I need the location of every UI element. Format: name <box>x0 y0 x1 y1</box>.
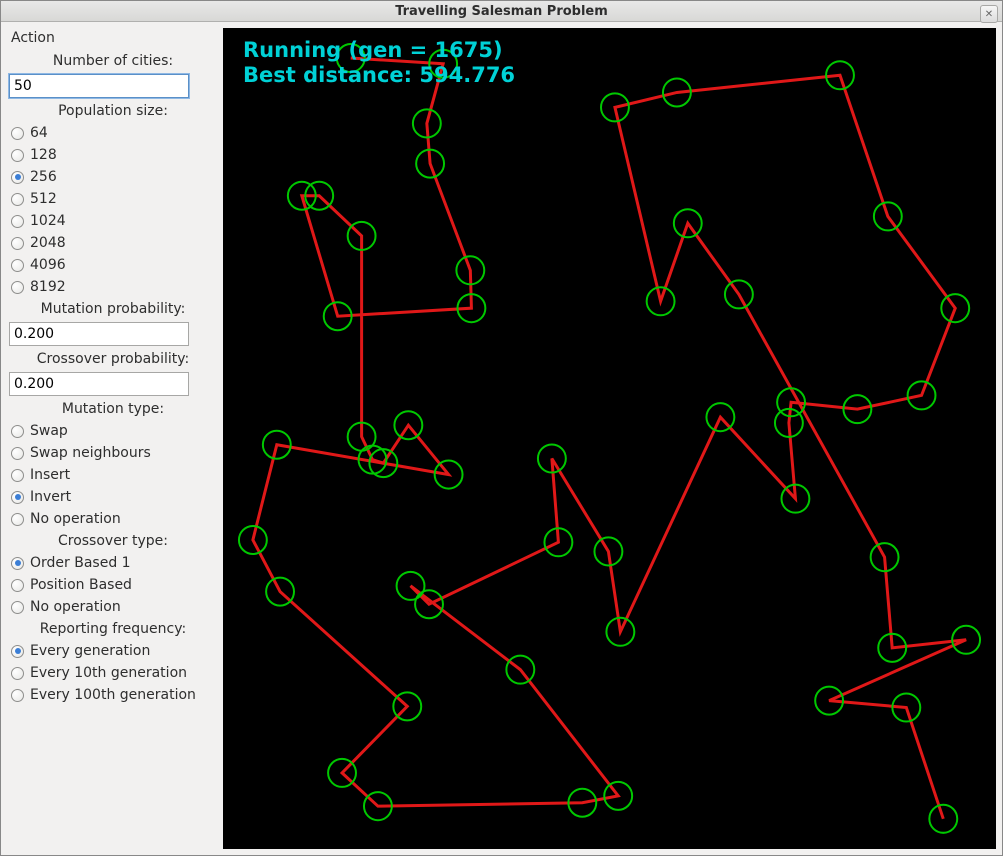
radio-icon <box>11 601 24 614</box>
mutation-type-option-label: Swap neighbours <box>30 445 151 461</box>
radio-icon <box>11 215 24 228</box>
mutation-type-option[interactable]: Swap neighbours <box>9 442 217 464</box>
close-button[interactable]: ✕ <box>980 5 998 23</box>
reporting-option-label: Every generation <box>30 643 150 659</box>
reporting-option[interactable]: Every 100th generation <box>9 684 217 706</box>
radio-icon <box>11 689 24 702</box>
reporting-option[interactable]: Every 10th generation <box>9 662 217 684</box>
mutation-prob-input[interactable] <box>9 322 189 346</box>
radio-icon <box>11 237 24 250</box>
crossover-type-option-label: No operation <box>30 599 121 615</box>
radio-icon <box>11 667 24 680</box>
canvas-wrap: Running (gen = 1675) Best distance: 594.… <box>223 24 1000 853</box>
radio-icon <box>11 645 24 658</box>
radio-icon <box>11 557 24 570</box>
population-option-label: 512 <box>30 191 57 207</box>
crossover-type-label: Crossover type: <box>9 530 217 552</box>
status-overlay: Running (gen = 1675) Best distance: 594.… <box>243 38 515 88</box>
reporting-option[interactable]: Every generation <box>9 640 217 662</box>
mutation-type-option[interactable]: Insert <box>9 464 217 486</box>
mutation-type-option[interactable]: Invert <box>9 486 217 508</box>
population-option[interactable]: 256 <box>9 166 217 188</box>
population-option[interactable]: 8192 <box>9 276 217 298</box>
radio-icon <box>11 579 24 592</box>
population-option[interactable]: 4096 <box>9 254 217 276</box>
population-option-label: 128 <box>30 147 57 163</box>
mutation-prob-label: Mutation probability: <box>9 298 217 320</box>
crossover-type-option[interactable]: Position Based <box>9 574 217 596</box>
mutation-type-option-label: Swap <box>30 423 68 439</box>
population-size-label: Population size: <box>9 100 217 122</box>
status-line-1: Running (gen = 1675) <box>243 38 515 63</box>
reporting-label: Reporting frequency: <box>9 618 217 640</box>
num-cities-input[interactable] <box>9 74 189 98</box>
population-option[interactable]: 2048 <box>9 232 217 254</box>
population-option-label: 1024 <box>30 213 66 229</box>
mutation-type-option-label: Invert <box>30 489 71 505</box>
mutation-type-option-label: Insert <box>30 467 70 483</box>
radio-icon <box>11 491 24 504</box>
radio-icon <box>11 513 24 526</box>
population-option-label: 2048 <box>30 235 66 251</box>
crossover-type-option[interactable]: Order Based 1 <box>9 552 217 574</box>
route-path <box>253 58 966 819</box>
reporting-radio-group: Every generation Every 10th generation Eve… <box>9 640 217 706</box>
mutation-type-radio-group: Swap Swap neighbours Insert Invert No operat… <box>9 420 217 530</box>
sidebar: Action Number of cities: Population size… <box>3 24 223 853</box>
population-option[interactable]: 64 <box>9 122 217 144</box>
crossover-type-option-label: Position Based <box>30 577 132 593</box>
route-svg <box>223 28 996 849</box>
crossover-type-option[interactable]: No operation <box>9 596 217 618</box>
reporting-option-label: Every 100th generation <box>30 687 196 703</box>
population-option[interactable]: 128 <box>9 144 217 166</box>
population-option-label: 64 <box>30 125 48 141</box>
mutation-type-option[interactable]: No operation <box>9 508 217 530</box>
mutation-type-label: Mutation type: <box>9 398 217 420</box>
app-window: Travelling Salesman Problem ✕ Action Num… <box>0 0 1003 856</box>
menu-action-label: Action <box>11 30 55 46</box>
population-option[interactable]: 1024 <box>9 210 217 232</box>
titlebar: Travelling Salesman Problem ✕ <box>1 1 1002 22</box>
window-title: Travelling Salesman Problem <box>395 4 608 19</box>
population-option-label: 256 <box>30 169 57 185</box>
num-cities-label: Number of cities: <box>9 50 217 72</box>
radio-icon <box>11 469 24 482</box>
radio-icon <box>11 259 24 272</box>
close-icon: ✕ <box>985 9 993 20</box>
population-option-label: 8192 <box>30 279 66 295</box>
radio-icon <box>11 149 24 162</box>
reporting-option-label: Every 10th generation <box>30 665 187 681</box>
crossover-prob-input[interactable] <box>9 372 189 396</box>
radio-icon <box>11 425 24 438</box>
radio-icon <box>11 447 24 460</box>
menu-action[interactable]: Action <box>9 28 217 50</box>
crossover-type-radio-group: Order Based 1 Position Based No operation <box>9 552 217 618</box>
radio-icon <box>11 281 24 294</box>
radio-icon <box>11 171 24 184</box>
population-option-label: 4096 <box>30 257 66 273</box>
population-option[interactable]: 512 <box>9 188 217 210</box>
content-area: Action Number of cities: Population size… <box>1 22 1002 855</box>
mutation-type-option[interactable]: Swap <box>9 420 217 442</box>
radio-icon <box>11 193 24 206</box>
crossover-prob-label: Crossover probability: <box>9 348 217 370</box>
route-canvas: Running (gen = 1675) Best distance: 594.… <box>223 28 996 849</box>
mutation-type-option-label: No operation <box>30 511 121 527</box>
crossover-type-option-label: Order Based 1 <box>30 555 131 571</box>
population-radio-group: 64 128 256 512 1024 2048 4096 8192 <box>9 122 217 298</box>
status-line-2: Best distance: 594.776 <box>243 63 515 88</box>
radio-icon <box>11 127 24 140</box>
